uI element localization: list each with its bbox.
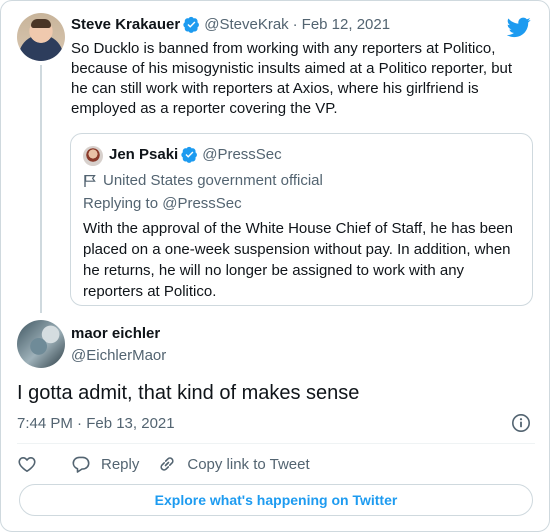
twitter-logo-icon[interactable] [507, 15, 531, 39]
quoted-tweet-text: With the approval of the White House Chi… [83, 220, 513, 300]
tweet-date[interactable]: Feb 12, 2021 [302, 16, 390, 33]
reply-label: Reply [101, 455, 140, 473]
thread-connector-line [40, 65, 42, 313]
reply-button[interactable]: Reply [71, 454, 139, 474]
tweet-timestamp[interactable]: 7:44 PM · Feb 13, 2021 [17, 415, 175, 432]
flag-icon [84, 174, 96, 187]
link-icon [160, 457, 174, 471]
info-icon[interactable] [511, 413, 531, 433]
author-name[interactable]: Steve Krakauer [71, 16, 180, 33]
author-name: Jen Psaki [109, 146, 179, 163]
quoted-tweet[interactable]: Jen Psaki @PressSec United States govern… [70, 133, 533, 306]
heart-icon [18, 457, 36, 472]
reply-bubble-icon [72, 456, 90, 473]
author-handle[interactable]: @EichlerMaor [71, 347, 166, 364]
avatar[interactable] [83, 146, 103, 166]
parent-tweet-text: So Ducklo is banned from working with an… [71, 40, 513, 117]
tweet-text: I gotta admit, that kind of makes sense [17, 382, 360, 404]
author-name[interactable]: maor eichler [71, 325, 160, 342]
avatar[interactable] [17, 320, 65, 368]
quoted-tweet-header: Jen Psaki @PressSec [109, 146, 282, 163]
like-button[interactable] [17, 454, 37, 474]
embedded-tweet-card: Steve Krakauer @SteveKrak · Feb 12, 2021… [0, 0, 550, 532]
tweet-actions: Reply Copy link to Tweet [17, 453, 310, 475]
divider [17, 443, 535, 444]
avatar[interactable] [17, 13, 65, 61]
explore-twitter-button[interactable]: Explore what's happening on Twitter [19, 484, 533, 516]
verified-badge-icon [181, 146, 198, 163]
government-label-text: United States government official [103, 172, 323, 189]
government-label: United States government official [83, 172, 323, 189]
verified-badge-icon [183, 16, 200, 33]
copy-link-button[interactable]: Copy link to Tweet [157, 454, 310, 474]
author-handle: @PressSec [202, 146, 282, 163]
replying-to: Replying to @PressSec [83, 195, 242, 212]
author-handle[interactable]: @SteveKrak [204, 16, 288, 33]
copy-link-label: Copy link to Tweet [187, 455, 310, 473]
separator: · [292, 16, 298, 33]
parent-tweet-header: Steve Krakauer @SteveKrak · Feb 12, 2021 [71, 16, 390, 33]
